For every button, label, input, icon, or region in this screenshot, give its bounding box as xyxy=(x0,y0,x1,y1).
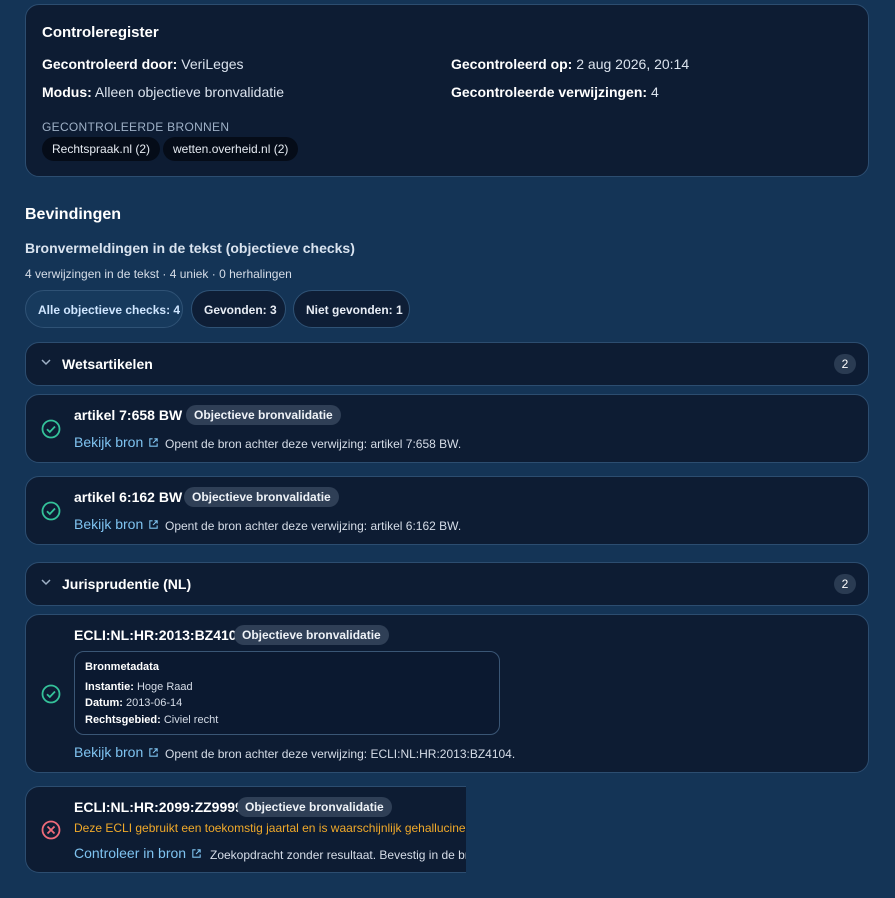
checked-refs-value: 4 xyxy=(650,84,659,100)
group-count-badge: 2 xyxy=(834,574,856,594)
view-source-link-label: Bekijk bron xyxy=(74,434,144,450)
group-header-jurisprudentie[interactable]: Jurisprudentie (NL) 2 xyxy=(25,562,869,606)
register-title: Controleregister xyxy=(42,24,159,41)
check-in-source-link-label: Controleer in bron xyxy=(74,845,187,861)
reference-title: ECLI:NL:HR:2013:BZ4104 xyxy=(74,627,245,643)
view-source-link[interactable]: Bekijk bron xyxy=(74,744,159,760)
checked-on-label: Gecontroleerd op: xyxy=(451,56,573,72)
filter-all-checks[interactable]: Alle objectieve checks: 4 xyxy=(25,290,183,328)
check-circle-icon xyxy=(41,684,61,704)
x-circle-icon xyxy=(41,820,61,840)
group-count-badge: 2 xyxy=(834,354,856,374)
external-link-icon xyxy=(149,438,158,447)
reference-item-ecli-bz4104: ECLI:NL:HR:2013:BZ4104 Objectieve bronva… xyxy=(25,614,869,773)
validation-badge: Objectieve bronvalidatie xyxy=(184,487,339,507)
external-link-icon xyxy=(149,748,158,757)
reference-title: artikel 6:162 BW xyxy=(74,489,183,505)
checked-by-row: Gecontroleerd door: VeriLeges xyxy=(42,56,244,72)
reference-item-artikel-6-162: artikel 6:162 BW Objectieve bronvalidati… xyxy=(25,476,869,545)
view-source-link-label: Bekijk bron xyxy=(74,744,144,760)
checked-on-row: Gecontroleerd op: 2 aug 2026, 20:14 xyxy=(451,56,689,72)
view-source-link[interactable]: Bekijk bron xyxy=(74,434,159,450)
filter-found[interactable]: Gevonden: 3 xyxy=(191,290,286,328)
source-pill-wetten: wetten.overheid.nl (2) xyxy=(163,137,299,161)
metadata-date: Datum: 2013-06-14 xyxy=(85,697,182,709)
reference-description: Opent de bron achter deze verwijzing: EC… xyxy=(165,747,516,761)
hallucination-warning: Deze ECLI gebruikt een toekomstig jaarta… xyxy=(74,821,466,835)
validation-badge: Objectieve bronvalidatie xyxy=(186,405,341,425)
metadata-date-value: 2013-06-14 xyxy=(125,697,183,709)
metadata-instance-value: Hoge Raad xyxy=(136,681,193,693)
group-header-wetsartikelen[interactable]: Wetsartikelen 2 xyxy=(25,342,869,386)
findings-summary: 4 verwijzingen in de tekst · 4 uniek · 0… xyxy=(25,267,292,281)
metadata-instance: Instantie: Hoge Raad xyxy=(85,681,193,693)
control-register-card: Controleregister Gecontroleerd door: Ver… xyxy=(25,4,869,177)
checked-on-value: 2 aug 2026, 20:14 xyxy=(576,56,690,72)
check-circle-icon xyxy=(41,419,61,439)
reference-title: ECLI:NL:HR:2099:ZZ9999 xyxy=(74,799,243,815)
filter-not-found[interactable]: Niet gevonden: 1 xyxy=(293,290,410,328)
metadata-instance-label: Instantie: xyxy=(85,681,134,693)
metadata-date-label: Datum: xyxy=(85,697,123,709)
findings-heading: Bevindingen xyxy=(25,206,122,223)
checked-by-value: VeriLeges xyxy=(181,56,244,72)
metadata-title: Bronmetadata xyxy=(85,661,159,673)
group-title: Wetsartikelen xyxy=(62,356,153,372)
reference-description: Opent de bron achter deze verwijzing: ar… xyxy=(165,437,462,451)
reference-description: Opent de bron achter deze verwijzing: ar… xyxy=(165,519,462,533)
checked-refs-label: Gecontroleerde verwijzingen: xyxy=(451,84,648,100)
reference-title: artikel 7:658 BW xyxy=(74,407,183,423)
external-link-icon xyxy=(149,520,158,529)
check-circle-icon xyxy=(41,501,61,521)
reference-description: Zoekopdracht zonder resultaat. Bevestig … xyxy=(210,848,466,862)
validation-badge: Objectieve bronvalidatie xyxy=(234,625,389,645)
metadata-area-label: Rechtsgebied: xyxy=(85,714,161,726)
chevron-down-icon xyxy=(41,579,51,586)
metadata-area: Rechtsgebied: Civiel recht xyxy=(85,714,218,726)
checked-by-label: Gecontroleerd door: xyxy=(42,56,178,72)
metadata-area-value: Civiel recht xyxy=(163,714,219,726)
checked-sources-label: GECONTROLEERDE BRONNEN xyxy=(42,120,230,134)
checked-refs-row: Gecontroleerde verwijzingen: 4 xyxy=(451,84,659,100)
check-in-source-link[interactable]: Controleer in bron xyxy=(74,845,202,861)
external-link-icon xyxy=(192,849,201,858)
source-metadata-box: Bronmetadata Instantie: Hoge Raad Datum:… xyxy=(74,651,500,735)
reference-item-ecli-zz9999: ECLI:NL:HR:2099:ZZ9999 Objectieve bronva… xyxy=(25,786,466,873)
validation-badge: Objectieve bronvalidatie xyxy=(237,797,392,817)
source-pill-rechtspraak: Rechtspraak.nl (2) xyxy=(42,137,161,161)
group-title: Jurisprudentie (NL) xyxy=(62,576,192,592)
mode-value: Alleen objectieve bronvalidatie xyxy=(94,84,285,100)
view-source-link[interactable]: Bekijk bron xyxy=(74,516,159,532)
chevron-down-icon xyxy=(41,359,51,366)
findings-subheading: Bronvermeldingen in de tekst (objectieve… xyxy=(25,240,355,256)
mode-row: Modus: Alleen objectieve bronvalidatie xyxy=(42,84,284,100)
view-source-link-label: Bekijk bron xyxy=(74,516,144,532)
mode-label: Modus: xyxy=(42,84,92,100)
reference-item-artikel-7-658: artikel 7:658 BW Objectieve bronvalidati… xyxy=(25,394,869,463)
